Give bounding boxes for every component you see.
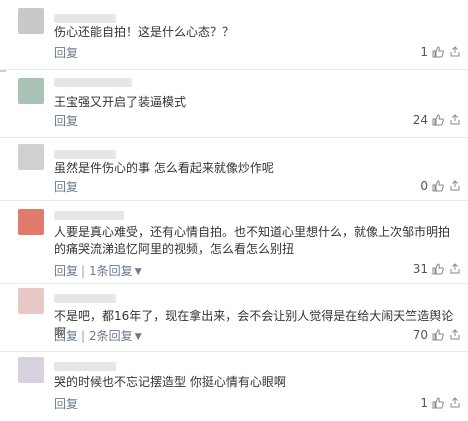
thumbs-up-icon[interactable] xyxy=(432,329,444,341)
view-replies-link[interactable]: | 2条回复 ▼ xyxy=(81,327,142,344)
share-icon[interactable] xyxy=(449,329,461,341)
avatar[interactable] xyxy=(18,209,44,235)
thumbs-up-icon[interactable] xyxy=(432,180,444,192)
username-blurred[interactable] xyxy=(54,78,132,87)
username-blurred[interactable] xyxy=(54,362,116,371)
comment-item: 王宝强又开启了装逼模式 回复 24 xyxy=(0,70,468,138)
chevron-down-icon: ▼ xyxy=(134,332,142,342)
replies-count-label: 1条回复 xyxy=(89,264,133,278)
thumbs-up-icon[interactable] xyxy=(432,114,444,126)
separator: | xyxy=(81,264,86,278)
comment-text: 伤心还能自拍！这是什么心态？？ xyxy=(54,25,235,39)
share-icon[interactable] xyxy=(449,114,461,126)
share-icon[interactable] xyxy=(449,397,461,409)
avatar[interactable] xyxy=(18,357,44,383)
username-blurred[interactable] xyxy=(54,294,116,303)
comment-item: 伤心还能自拍！这是什么心态？？ 回复 1 xyxy=(0,0,468,70)
like-count: 1 xyxy=(420,396,428,410)
comment-text: 哭的时候也不忘记摆造型 你挺心情有心眼啊 xyxy=(54,375,286,389)
share-icon[interactable] xyxy=(449,180,461,192)
reply-button[interactable]: 回复 xyxy=(54,327,78,344)
username-blurred[interactable] xyxy=(54,211,124,220)
comment-item: 虽然是件伤心的事 怎么看起来就像炒作呢 回复 0 xyxy=(0,138,468,201)
comment-text: 人要是真心难受，还有心情自拍。也不知道心里想什么，就像上次邹市明拍的痛哭流涕追忆… xyxy=(54,225,451,256)
thumbs-up-icon[interactable] xyxy=(432,397,444,409)
like-count: 70 xyxy=(412,328,428,342)
like-count: 24 xyxy=(412,113,428,127)
share-icon[interactable] xyxy=(449,46,461,58)
avatar[interactable] xyxy=(18,144,44,170)
reply-button[interactable]: 回复 xyxy=(54,178,78,195)
username-blurred[interactable] xyxy=(54,14,116,23)
comment-text: 王宝强又开启了装逼模式 xyxy=(54,95,187,109)
chevron-down-icon: ▼ xyxy=(134,267,142,277)
comment-item: 哭的时候也不忘记摆造型 你挺心情有心眼啊 回复 1 xyxy=(0,352,468,421)
comment-item: 不是吧，都16年了，现在拿出来，会不会让别人觉得是在给大闹天竺造舆论啊 回复 |… xyxy=(0,284,468,352)
reply-button[interactable]: 回复 xyxy=(54,112,78,129)
comment-item: 人要是真心难受，还有心情自拍。也不知道心里想什么，就像上次邹市明拍的痛哭流涕追忆… xyxy=(0,201,468,284)
reply-button[interactable]: 回复 xyxy=(54,262,78,279)
share-icon[interactable] xyxy=(449,263,461,275)
separator: | xyxy=(81,329,86,343)
avatar[interactable] xyxy=(18,288,44,314)
like-count: 1 xyxy=(420,45,428,59)
view-replies-link[interactable]: | 1条回复 ▼ xyxy=(81,262,142,279)
reply-button[interactable]: 回复 xyxy=(54,395,78,412)
thumbs-up-icon[interactable] xyxy=(432,46,444,58)
like-count: 31 xyxy=(412,262,428,276)
like-count: 0 xyxy=(420,179,428,193)
comment-text: 虽然是件伤心的事 怎么看起来就像炒作呢 xyxy=(54,161,274,175)
username-blurred[interactable] xyxy=(54,150,116,159)
replies-count-label: 2条回复 xyxy=(89,329,133,343)
avatar[interactable] xyxy=(18,8,44,34)
avatar[interactable] xyxy=(18,78,44,104)
thumbs-up-icon[interactable] xyxy=(432,263,444,275)
reply-button[interactable]: 回复 xyxy=(54,44,78,61)
